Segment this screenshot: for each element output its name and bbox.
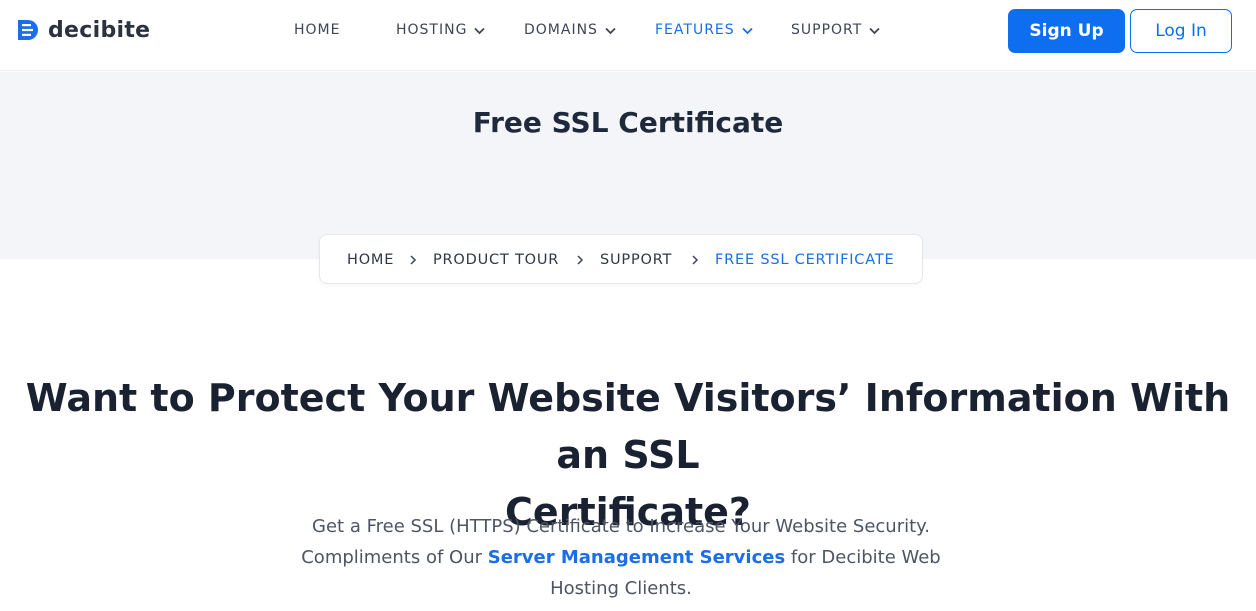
chevron-right-icon <box>692 255 699 265</box>
chevron-right-icon <box>577 255 584 265</box>
chevron-right-icon <box>410 255 417 265</box>
headline-line-1: Want to Protect Your Website Visitors’ I… <box>25 376 1231 477</box>
breadcrumb-item-current: FREE SSL CERTIFICATE <box>715 252 895 268</box>
intro-paragraph: Get a Free SSL (HTTPS) Certificate to In… <box>280 511 962 604</box>
page-title: Free SSL Certificate <box>472 106 784 139</box>
breadcrumb-item-product-tour[interactable]: PRODUCT TOUR <box>433 235 559 285</box>
chevron-down-icon <box>742 27 753 34</box>
log-in-button[interactable]: Log In <box>1130 9 1232 53</box>
chevron-down-icon <box>474 27 486 34</box>
page-hero <box>0 72 1256 259</box>
nav-item-features[interactable]: FEATURES <box>655 20 754 40</box>
nav-item-support[interactable]: SUPPORT <box>791 20 881 40</box>
nav-item-label: SUPPORT <box>791 22 863 38</box>
site-header: decibite HOME HOSTING DOMAINS FEATURES S… <box>0 0 1256 71</box>
brand-name: decibite <box>48 17 151 43</box>
sign-up-button[interactable]: Sign Up <box>1008 9 1125 53</box>
chevron-down-icon <box>605 27 616 34</box>
nav-item-label: HOME <box>294 22 341 38</box>
breadcrumb-item-support[interactable]: SUPPORT <box>600 235 672 285</box>
nav-item-hosting[interactable]: HOSTING <box>396 20 486 40</box>
nav-item-label: FEATURES <box>655 22 735 38</box>
breadcrumb: HOME PRODUCT TOUR SUPPORT FREE SSL CERTI… <box>319 234 923 284</box>
nav-item-label: DOMAINS <box>524 22 598 38</box>
nav-item-domains[interactable]: DOMAINS <box>524 20 617 40</box>
breadcrumb-item-home[interactable]: HOME <box>347 235 394 285</box>
decibite-logo-icon <box>18 20 38 40</box>
brand-logo[interactable]: decibite <box>16 16 150 44</box>
nav-item-home[interactable]: HOME <box>294 20 340 40</box>
nav-item-label: HOSTING <box>396 22 468 38</box>
chevron-down-icon <box>869 27 880 34</box>
server-management-services-link[interactable]: Server Management Services <box>488 547 785 568</box>
